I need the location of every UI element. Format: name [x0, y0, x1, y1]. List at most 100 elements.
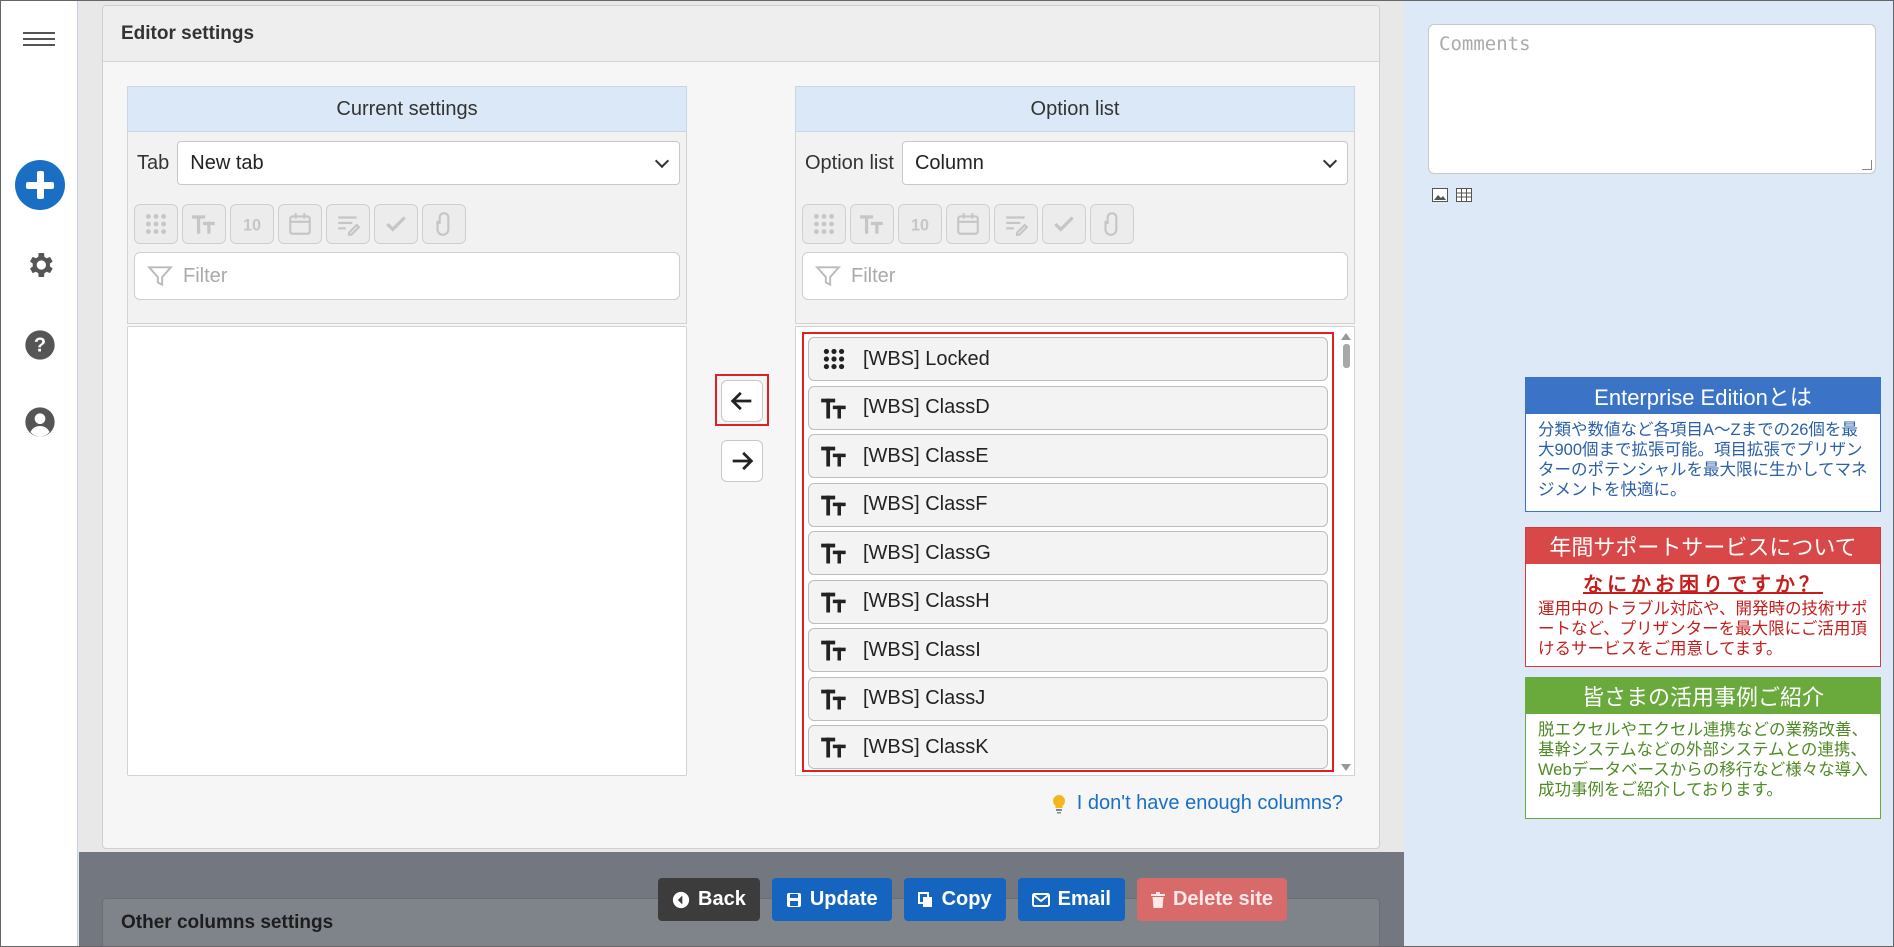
grid-dots-icon[interactable]	[134, 204, 178, 244]
description-icon[interactable]	[326, 204, 370, 244]
tab-label: Tab	[137, 151, 170, 174]
move-left-button[interactable]	[721, 380, 763, 422]
option-list-column: Option list Option list Column 10 Filter…	[795, 86, 1355, 776]
current-columns-list[interactable]	[127, 326, 687, 776]
grid-dots-icon[interactable]	[802, 204, 846, 244]
support-banner-title: 年間サポートサービスについて	[1526, 528, 1880, 564]
text-type-icon	[819, 490, 849, 520]
list-item[interactable]: [WBS] ClassJ	[808, 676, 1328, 721]
support-service-banner[interactable]: 年間サポートサービスについて なにかお困りですか？ 運用中のトラブル対応や、開発…	[1525, 527, 1881, 667]
list-item[interactable]: [WBS] ClassD	[808, 385, 1328, 430]
save-icon	[786, 892, 801, 907]
type-filter-toolbar: 10	[134, 204, 680, 244]
email-button-label: Email	[1057, 888, 1111, 910]
chevron-down-icon	[654, 153, 670, 168]
move-right-button[interactable]	[721, 440, 763, 482]
update-button-label: Update	[809, 888, 878, 910]
list-item-label: [WBS] ClassE	[863, 444, 989, 467]
case-studies-banner[interactable]: 皆さまの活用事例ご紹介 脱エクセルやエクセル連携などの業務改善、基幹システムなど…	[1525, 677, 1881, 819]
attachment-icon[interactable]	[422, 204, 466, 244]
list-item[interactable]: [WBS] ClassK	[808, 725, 1328, 769]
list-item-label: [WBS] ClassD	[863, 396, 990, 418]
option-list-select[interactable]: Column	[901, 141, 1348, 185]
back-button[interactable]: Back	[658, 878, 760, 921]
enterprise-banner-title: Enterprise Editionとは	[1526, 378, 1880, 414]
text-type-icon	[819, 635, 849, 665]
enterprise-edition-banner[interactable]: Enterprise Editionとは 分類や数値など各項目A～Zまでの26個…	[1525, 377, 1881, 512]
enterprise-banner-body: 分類や数値など各項目A～Zまでの26個を最大900個まで拡張可能。項目拡張でプリ…	[1538, 421, 1868, 499]
text-type-icon[interactable]	[850, 204, 894, 244]
image-icon[interactable]	[1432, 188, 1448, 202]
list-item[interactable]: [WBS] ClassH	[808, 579, 1328, 624]
update-button[interactable]: Update	[771, 878, 892, 921]
calendar-icon[interactable]	[278, 204, 322, 244]
left-nav: ?	[0, 0, 78, 947]
list-item-label: [WBS] ClassK	[863, 735, 989, 758]
option-list-label: Option list	[805, 151, 894, 174]
list-item-label: [WBS] Locked	[863, 347, 990, 370]
calendar-icon[interactable]	[946, 204, 990, 244]
chevron-down-icon	[1322, 153, 1338, 168]
text-type-icon	[819, 393, 849, 423]
comments-textarea[interactable]: Comments	[1428, 24, 1876, 174]
check-icon[interactable]	[374, 204, 418, 244]
cases-banner-body: 脱エクセルやエクセル連携などの業務改善、基幹システムなどの外部システムとの連携、…	[1538, 721, 1868, 799]
email-button[interactable]: Email	[1017, 878, 1125, 921]
list-item-label: [WBS] ClassJ	[863, 687, 986, 709]
copy-button-label: Copy	[941, 888, 992, 910]
text-type-icon	[819, 732, 849, 762]
scroll-thumb[interactable]	[1342, 344, 1350, 368]
check-icon[interactable]	[1042, 204, 1086, 244]
current-settings-header: Current settings	[127, 86, 687, 132]
list-item[interactable]: [WBS] ClassG	[808, 531, 1328, 575]
mail-icon	[1031, 892, 1050, 907]
text-type-icon	[819, 587, 849, 617]
cases-banner-title: 皆さまの活用事例ご紹介	[1526, 678, 1880, 714]
option-list-header: Option list	[795, 86, 1355, 132]
option-filter-input[interactable]: Filter	[802, 252, 1348, 300]
gear-icon[interactable]	[23, 248, 57, 282]
svg-text:10: 10	[243, 217, 261, 235]
add-icon[interactable]	[15, 160, 65, 210]
trash-icon	[1150, 891, 1165, 908]
svg-text:10: 10	[911, 217, 929, 235]
option-columns-list[interactable]: [WBS] Locked [WBS] ClassD [WBS] ClassE [WBS…	[795, 326, 1355, 776]
list-item[interactable]: [WBS] ClassI	[808, 628, 1328, 672]
option-list-controls: Option list Column 10 Filter	[795, 132, 1355, 324]
list-item-label: [WBS] ClassF	[863, 493, 988, 515]
user-icon[interactable]	[23, 405, 57, 439]
attachment-icon[interactable]	[1090, 204, 1134, 244]
scroll-down-icon[interactable]	[1341, 764, 1351, 771]
list-item[interactable]: [WBS] ClassE	[808, 434, 1328, 478]
list-item[interactable]: [WBS] Locked	[808, 337, 1328, 381]
more-columns-link[interactable]: I don't have enough columns?	[1051, 792, 1343, 815]
text-type-icon	[819, 538, 849, 568]
comment-tools	[1432, 188, 1472, 202]
filter-icon	[815, 266, 841, 287]
delete-site-button[interactable]: Delete site	[1136, 878, 1288, 921]
resize-grip-icon[interactable]	[1862, 160, 1872, 170]
tab-select[interactable]: New tab	[177, 141, 680, 185]
copy-icon	[917, 891, 932, 907]
scrollbar[interactable]	[1340, 331, 1352, 771]
arrow-right-icon	[732, 451, 754, 471]
number-type-icon[interactable]: 10	[898, 204, 942, 244]
current-filter-input[interactable]: Filter	[134, 252, 680, 300]
more-columns-link-text: I don't have enough columns?	[1076, 792, 1343, 814]
filter-icon	[147, 266, 173, 287]
copy-button[interactable]: Copy	[903, 878, 1006, 921]
current-settings-controls: Tab New tab 10 Filter	[127, 132, 687, 324]
arrow-left-icon	[730, 391, 752, 411]
editor-settings-panel: Editor settings Current settings Tab New…	[102, 5, 1380, 849]
list-item[interactable]: [WBS] ClassF	[808, 482, 1328, 527]
number-type-icon[interactable]: 10	[230, 204, 274, 244]
help-icon[interactable]: ?	[23, 328, 57, 362]
table-icon[interactable]	[1456, 188, 1472, 202]
delete-site-button-label: Delete site	[1172, 888, 1274, 910]
panel-title: Editor settings	[103, 6, 1379, 62]
menu-icon[interactable]	[23, 28, 55, 50]
description-icon[interactable]	[994, 204, 1038, 244]
text-type-icon[interactable]	[182, 204, 226, 244]
scroll-up-icon[interactable]	[1341, 333, 1351, 340]
option-list-select-value: Column	[914, 151, 984, 174]
